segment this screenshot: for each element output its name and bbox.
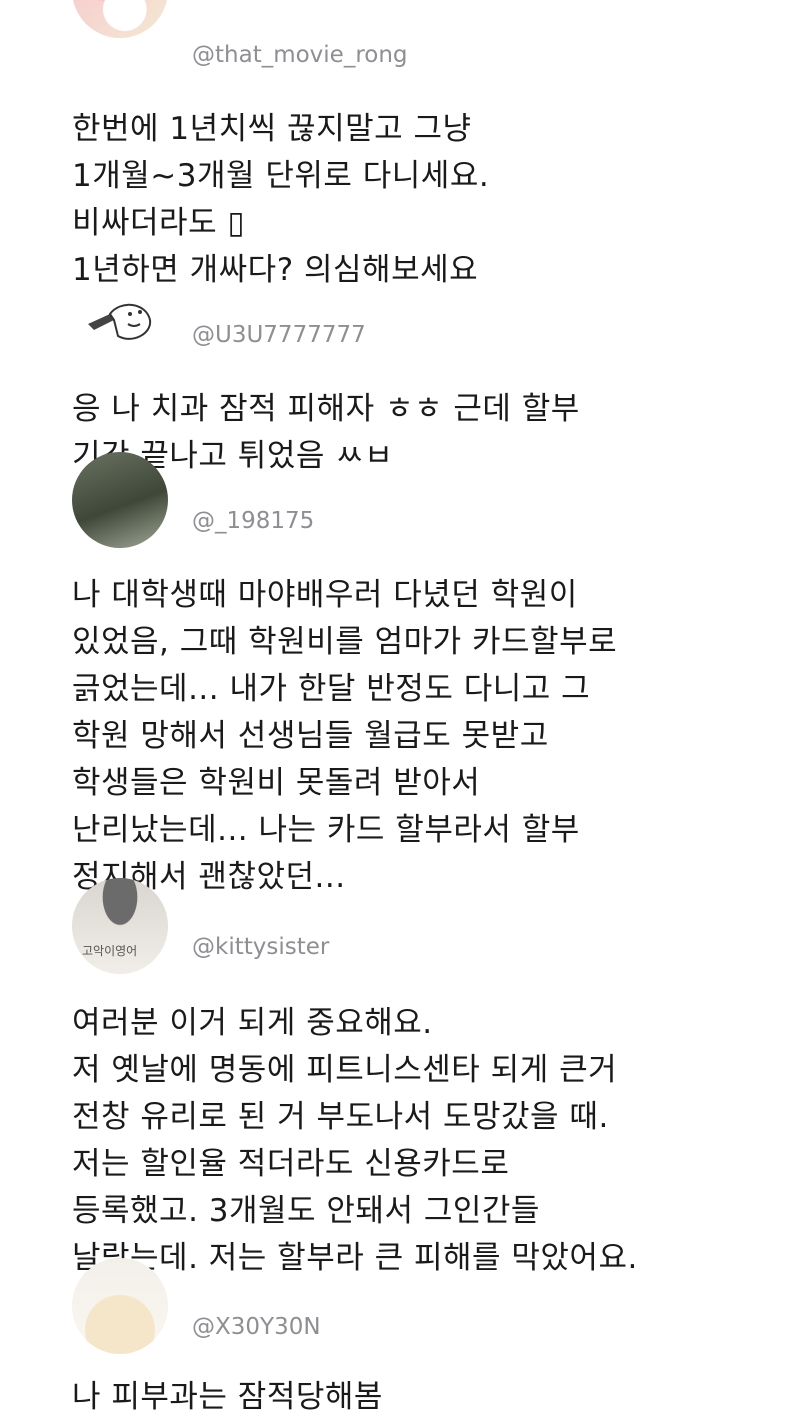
user-handle[interactable]: @_198175 [192, 508, 314, 534]
user-handle[interactable]: @that_movie_rong [192, 42, 408, 68]
avatar[interactable] [80, 290, 160, 350]
tweet-text: 응 나 치과 잠적 피해자 ㅎㅎ 근데 할부 기간 끝나고 튀었음 ㅆㅂ [72, 391, 580, 474]
doodle-avatar-icon [88, 304, 152, 340]
avatar[interactable]: 고악이영어 [72, 878, 168, 974]
avatar[interactable] [72, 1258, 168, 1354]
tweet-text: 나 피부과는 잠적당해봄 [72, 1379, 383, 1415]
tweet-text: 나 대학생때 마야배우러 다녔던 학원이 있었음, 그때 학원비를 엄마가 카드… [72, 577, 618, 895]
avatar[interactable] [72, 0, 168, 38]
user-handle[interactable]: @X30Y30N [192, 1314, 321, 1340]
tweet-text: 여러분 이거 되게 중요해요. 저 옛날에 명동에 피트니스센타 되게 큰거 전… [72, 1005, 638, 1276]
user-handle[interactable]: @kittysister [192, 934, 329, 960]
user-handle[interactable]: @U3U7777777 [192, 322, 366, 348]
tweet-text: 한번에 1년치씩 끊지말고 그냥 1개월~3개월 단위로 다니세요. 비싸더라도… [72, 111, 490, 288]
avatar-caption: 고악이영어 [82, 944, 138, 958]
avatar[interactable] [72, 452, 168, 548]
